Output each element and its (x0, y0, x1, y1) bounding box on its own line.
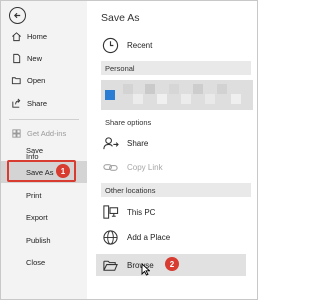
link-icon (101, 158, 119, 176)
onedrive-account-redacted[interactable] (101, 80, 253, 110)
section-share-options: Share options (101, 115, 251, 129)
recent-label: Recent (127, 40, 153, 50)
share-icon (10, 97, 22, 109)
nav-publish-label: Publish (26, 235, 51, 245)
nav-save-label: Save (26, 145, 44, 155)
nav-open-label: Open (27, 75, 46, 85)
nav-export[interactable]: Export (1, 206, 87, 228)
back-arrow-icon (13, 12, 21, 19)
add-ins-icon (10, 127, 22, 139)
location-recent[interactable]: Recent (101, 36, 152, 54)
nav-share[interactable]: Share (1, 92, 87, 114)
backstage-sidebar: Home New Open Share Get Add-ins Info Sav… (1, 1, 87, 299)
nav-share-label: Share (27, 98, 48, 108)
new-document-icon (10, 52, 22, 64)
copy-link-label: Copy Link (127, 162, 163, 172)
nav-print-label: Print (26, 190, 42, 200)
nav-publish[interactable]: Publish (1, 229, 87, 251)
nav-save[interactable]: Save (1, 139, 87, 161)
mouse-cursor-icon (141, 263, 150, 276)
nav-new[interactable]: New (1, 47, 87, 69)
nav-export-label: Export (26, 212, 48, 222)
option-share[interactable]: Share (101, 134, 148, 152)
page-title: Save As (101, 12, 140, 24)
add-place-label: Add a Place (127, 232, 171, 242)
location-this-pc[interactable]: This PC (101, 203, 155, 221)
clock-icon (101, 36, 119, 54)
nav-close-label: Close (26, 257, 46, 267)
nav-close[interactable]: Close (1, 251, 87, 273)
cloud-icon (105, 90, 115, 100)
back-button[interactable] (9, 7, 26, 24)
share-label: Share (127, 138, 149, 148)
section-other-locations-label: Other locations (105, 185, 156, 195)
step-1-badge: 1 (56, 164, 70, 178)
location-add-place[interactable]: Add a Place (101, 228, 170, 246)
this-pc-label: This PC (127, 207, 156, 217)
nav-divider (9, 119, 79, 120)
share-person-icon (101, 134, 119, 152)
nav-new-label: New (27, 53, 43, 63)
section-personal: Personal (101, 61, 251, 75)
section-other-locations: Other locations (101, 183, 251, 197)
open-folder-icon (10, 74, 22, 86)
nav-open[interactable]: Open (1, 69, 87, 91)
nav-home[interactable]: Home (1, 25, 87, 47)
computer-icon (101, 203, 119, 221)
section-share-options-label: Share options (105, 117, 152, 127)
nav-print[interactable]: Print (1, 184, 87, 206)
section-personal-label: Personal (105, 63, 135, 73)
home-icon (10, 30, 22, 42)
step-2-badge: 2 (165, 257, 179, 271)
folder-icon (101, 256, 119, 274)
globe-icon (101, 228, 119, 246)
option-copy-link: Copy Link (101, 158, 163, 176)
nav-get-add-ins-label: Get Add-ins (27, 128, 67, 138)
nav-home-label: Home (27, 31, 48, 41)
